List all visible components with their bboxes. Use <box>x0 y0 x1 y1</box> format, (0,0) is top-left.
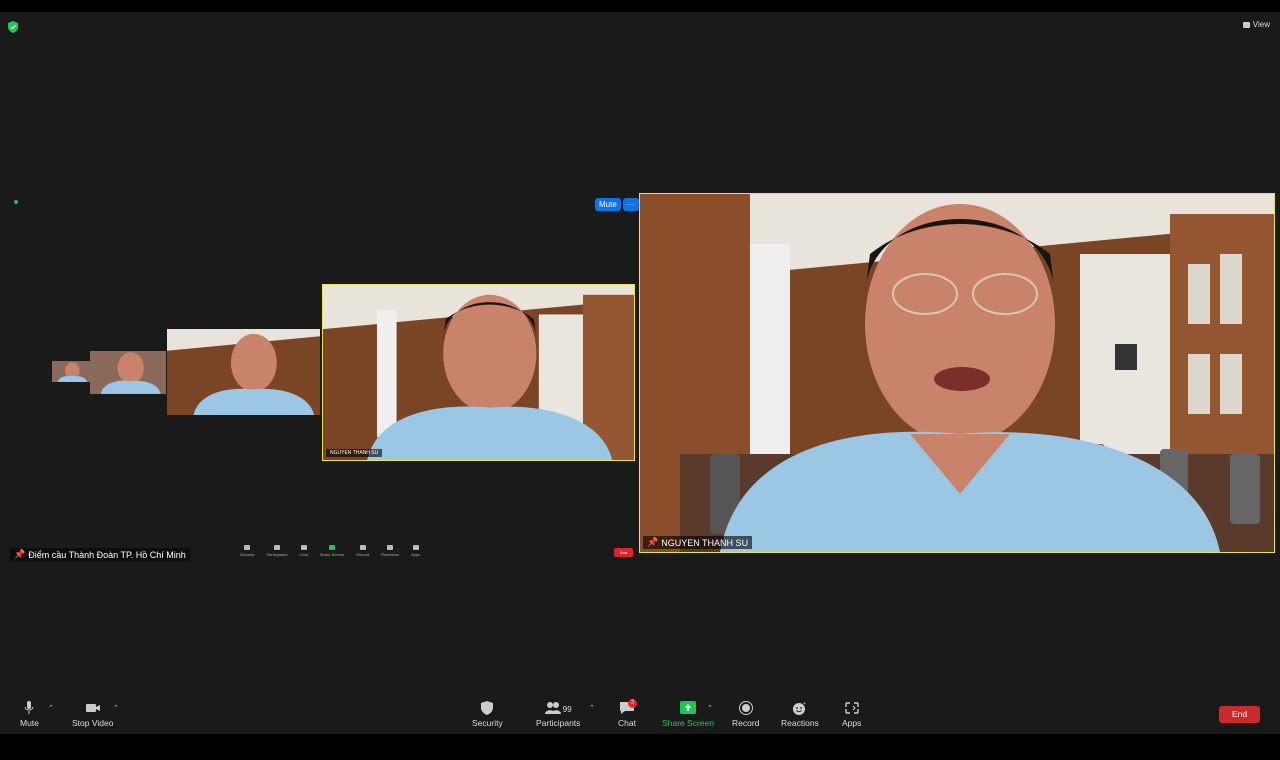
view-button[interactable]: View <box>1242 20 1270 29</box>
record-label: Record <box>732 718 760 728</box>
nested-level2-tile <box>167 329 320 415</box>
pin-icon: 📌 <box>647 537 659 547</box>
nested-mute-button[interactable]: Mute <box>595 198 621 211</box>
participants-icon <box>544 702 561 714</box>
participants-options-caret[interactable]: ⌃ <box>589 704 595 712</box>
svg-text:+: + <box>803 701 806 707</box>
nested-end-button: End <box>614 548 633 557</box>
nested-tb-security: Security <box>240 545 254 557</box>
nested-level4-video-frame <box>52 361 90 382</box>
chat-unread-badge: 3 <box>628 699 637 708</box>
chat-label: Chat <box>618 718 636 728</box>
apps-label: Apps <box>842 718 862 728</box>
nested-name-tag: NGUYEN THANH SU <box>326 449 383 457</box>
record-icon <box>738 701 753 715</box>
security-shield-icon[interactable] <box>8 21 18 33</box>
nested-tb-apps: Apps <box>411 545 420 557</box>
nested-level4-tile <box>52 361 90 382</box>
end-meeting-button[interactable]: End <box>1219 706 1260 723</box>
nested-video-tile[interactable]: NGUYEN THANH SU <box>322 284 635 461</box>
participants-button[interactable]: 99 Participants <box>536 701 580 728</box>
nested-level3-tile <box>90 351 166 394</box>
mute-button[interactable]: Mute <box>20 701 39 728</box>
participants-count: 99 <box>562 705 572 714</box>
share-screen-label: Share Screen <box>662 718 714 728</box>
nested-room-video-frame <box>323 285 634 460</box>
nested-level3-video-frame <box>90 351 166 394</box>
video-camera-icon <box>85 704 100 712</box>
record-button[interactable]: Record <box>732 701 759 728</box>
meeting-toolbar: Mute ⌃ Stop Video ⌃ Security 99 Particip… <box>0 698 1280 734</box>
participants-label: Participants <box>536 718 581 728</box>
video-options-caret[interactable]: ⌃ <box>113 704 119 712</box>
mute-options-caret[interactable]: ⌃ <box>48 704 54 712</box>
nested-status-dot <box>14 200 18 204</box>
nested-left-name-tag: 📌 Điểm cầu Thành Đoàn TP. Hồ Chí Minh <box>10 548 190 561</box>
participants-icon-row: 99 <box>544 701 572 718</box>
participant-name: NGUYEN THANH SU <box>661 537 749 548</box>
mute-label: Mute <box>20 718 39 728</box>
apps-icon <box>844 702 859 714</box>
nested-tb-reactions: Reactions <box>381 545 399 557</box>
chat-button[interactable]: 3 Chat <box>618 699 637 728</box>
security-button[interactable]: Security <box>472 701 503 728</box>
reactions-button[interactable]: + Reactions <box>781 701 819 728</box>
room-video-frame <box>640 194 1274 552</box>
nested-participant-name: NGUYEN THANH SU <box>330 450 379 456</box>
nested-toolbar: Security Participants Chat Share Screen … <box>240 545 420 557</box>
grid-view-icon <box>1242 21 1250 28</box>
meeting-stage: View 📌 NGUYEN THANH SU Mute ··· NGUYEN T… <box>0 12 1280 734</box>
security-label: Security <box>472 718 503 728</box>
nested-more-button[interactable]: ··· <box>622 198 639 211</box>
pin-icon: 📌 <box>14 549 26 559</box>
main-video-tile[interactable]: 📌 NGUYEN THANH SU <box>639 193 1275 553</box>
nested-left-participant-name: Điểm cầu Thành Đoàn TP. Hồ Chí Minh <box>28 549 186 560</box>
apps-button[interactable]: Apps <box>842 701 861 728</box>
nested-level2-video-frame <box>167 329 320 415</box>
participant-name-tag: 📌 NGUYEN THANH SU <box>643 536 753 549</box>
nested-tb-participants: Participants <box>266 545 287 557</box>
view-label: View <box>1252 20 1270 29</box>
stop-video-button[interactable]: Stop Video <box>72 701 113 728</box>
share-options-caret[interactable]: ⌃ <box>707 704 713 712</box>
reactions-icon: + <box>792 701 806 715</box>
security-icon <box>481 701 494 715</box>
reactions-label: Reactions <box>781 718 819 728</box>
stop-video-label: Stop Video <box>72 718 114 728</box>
nested-tb-chat: Chat <box>299 545 308 557</box>
nested-tb-record: Record <box>356 545 369 557</box>
nested-tb-share: Share Screen <box>320 545 344 557</box>
nested-mute-pill[interactable]: Mute ··· <box>595 198 639 211</box>
share-screen-icon <box>679 701 696 714</box>
microphone-icon <box>24 701 34 714</box>
